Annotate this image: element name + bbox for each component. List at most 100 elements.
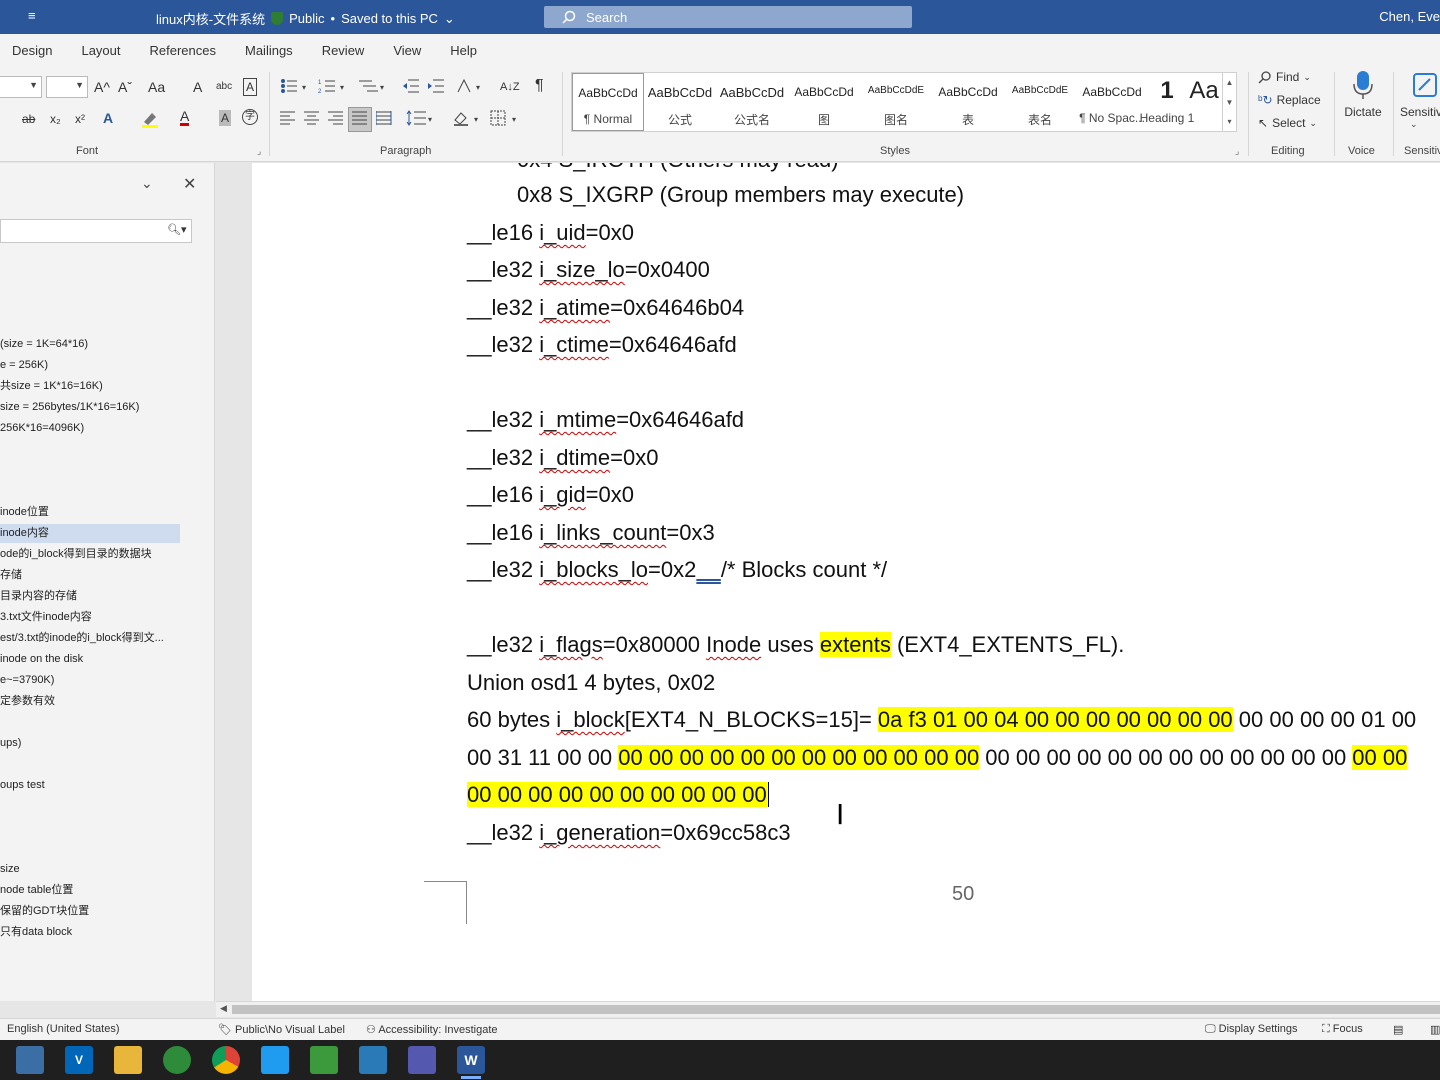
task-app-icon[interactable] — [163, 1046, 191, 1074]
nav-heading[interactable]: 保留的GDT块位置 — [0, 902, 89, 921]
nav-heading[interactable]: size = 256bytes/1K*16=16K) — [0, 398, 139, 417]
nav-heading[interactable]: oups test — [0, 776, 45, 795]
show-formatting-button[interactable]: ¶ — [535, 78, 544, 94]
dialog-launcher-icon[interactable]: ⌟ — [1235, 146, 1239, 157]
display-settings-button[interactable]: 🖵︎ Display Settings — [1205, 1023, 1298, 1036]
style-formula[interactable]: AaBbCcDd 公式 — [644, 73, 716, 131]
subscript-button[interactable]: x₂ — [50, 111, 61, 127]
focus-button[interactable]: ⛶ Focus — [1322, 1023, 1363, 1036]
style-table[interactable]: AaBbCcDd 表 — [932, 73, 1004, 131]
text-effects-button[interactable]: A — [103, 110, 113, 126]
task-notepad-icon[interactable] — [310, 1046, 338, 1074]
tab-references[interactable]: References — [138, 43, 233, 58]
task-vscode-icon[interactable] — [261, 1046, 289, 1074]
character-border-button[interactable]: A — [243, 78, 258, 96]
increase-indent-icon[interactable] — [427, 78, 445, 97]
superscript-button[interactable]: x² — [75, 111, 85, 127]
dictate-button[interactable]: Dictate — [1340, 68, 1386, 124]
tab-help[interactable]: Help — [438, 43, 494, 58]
nav-heading[interactable]: size — [0, 860, 20, 879]
style-heading-1[interactable]: 1 Heading 1 — [1140, 73, 1195, 131]
nav-heading[interactable]: 只有data block — [0, 923, 72, 942]
task-word-icon[interactable]: W — [457, 1046, 485, 1079]
document-title-area[interactable]: linux内核-文件系统 Public • Saved to this PC ⌄ — [156, 9, 455, 28]
scroll-left-icon[interactable]: ◀ — [220, 1003, 227, 1014]
decrease-indent-icon[interactable] — [402, 78, 420, 97]
multilevel-list-icon[interactable]: ▾ — [358, 78, 388, 97]
document-area[interactable]: 0x4 S_IROTH (Others may read) 0x8 S_IXGR… — [216, 163, 1440, 1001]
style-title[interactable]: Aa — [1186, 73, 1222, 131]
search-icon[interactable]: 🔍︎▾ — [167, 223, 187, 236]
character-shading-button[interactable]: A — [219, 110, 232, 126]
nav-heading-selected[interactable]: inode内容 — [0, 524, 180, 543]
style-figure[interactable]: AaBbCcDd 图 — [788, 73, 860, 131]
asian-layout-icon[interactable]: ▾ — [456, 78, 488, 97]
borders-icon[interactable]: ▾ — [490, 110, 520, 129]
navigation-search-input[interactable]: 🔍︎▾ — [0, 219, 192, 243]
nav-heading[interactable]: (size = 1K=64*16) — [0, 335, 88, 354]
nav-heading[interactable]: e = 256K) — [0, 356, 48, 375]
find-button[interactable]: Find ⌄ — [1258, 70, 1311, 84]
task-chrome-icon[interactable] — [212, 1046, 240, 1074]
style-figure-name[interactable]: AaBbCcDdE 图名 — [860, 73, 932, 131]
nav-heading[interactable]: e~=3790K) — [0, 671, 54, 690]
nav-heading[interactable]: 目录内容的存储 — [0, 587, 77, 606]
enclose-characters-button[interactable]: 字 — [242, 109, 258, 125]
nav-heading[interactable]: 存储 — [0, 566, 22, 585]
account-name[interactable]: Chen, Eve — [1379, 9, 1440, 24]
nav-heading[interactable]: inode on the disk — [0, 650, 83, 669]
scrollbar-thumb[interactable] — [232, 1005, 1440, 1014]
task-calculator-icon[interactable] — [359, 1046, 387, 1074]
numbering-icon[interactable]: 1 2 ▾ — [318, 78, 350, 97]
font-size-combo[interactable]: ▼ — [46, 76, 88, 98]
nav-heading[interactable]: ups) — [0, 734, 21, 753]
tab-design[interactable]: Design — [0, 43, 69, 58]
nav-heading[interactable]: node table位置 — [0, 881, 73, 900]
dialog-launcher-icon[interactable]: ⌟ — [257, 146, 261, 157]
tab-review[interactable]: Review — [310, 43, 382, 58]
sensitivity-button[interactable]: Sensitiv ⌄ — [1400, 68, 1440, 138]
sensitivity-status[interactable]: 🏷︎ Public\No Visual Label — [218, 1023, 345, 1036]
align-center-icon[interactable] — [304, 111, 320, 128]
select-button[interactable]: ↖ Select ⌄ — [1258, 116, 1317, 130]
styles-scroll[interactable]: ▲ ▼ ▾ — [1223, 72, 1237, 132]
nav-heading[interactable]: 3.txt文件inode内容 — [0, 608, 92, 627]
strikethrough-button[interactable]: ab — [22, 111, 35, 127]
font-color-button[interactable]: A — [180, 109, 190, 126]
shrink-font-button[interactable]: Aˇ — [118, 79, 132, 95]
tab-view[interactable]: View — [381, 43, 438, 58]
change-case-button[interactable]: Aa — [148, 79, 165, 95]
justify-icon[interactable] — [348, 107, 372, 132]
document-page[interactable]: 0x4 S_IROTH (Others may read) 0x8 S_IXGR… — [252, 163, 1440, 1001]
quick-access-menu-icon[interactable]: ≡ — [28, 8, 36, 23]
font-name-combo[interactable]: ▼ — [0, 76, 42, 98]
nav-heading[interactable]: est/3.txt的inode的i_block得到文... — [0, 629, 164, 648]
task-teams-icon[interactable] — [408, 1046, 436, 1074]
distributed-icon[interactable] — [375, 111, 392, 128]
nav-heading[interactable]: ode的i_block得到目录的数据块 — [0, 545, 152, 564]
align-left-icon[interactable] — [280, 111, 296, 128]
read-mode-icon[interactable]: ▤ — [1393, 1023, 1403, 1036]
task-file-explorer-icon[interactable] — [114, 1046, 142, 1074]
grow-font-button[interactable]: A^ — [94, 79, 110, 95]
tab-layout[interactable]: Layout — [69, 43, 137, 58]
pane-options-chevron-icon[interactable]: ⌄ — [141, 175, 153, 192]
clear-formatting-button[interactable]: A — [193, 79, 202, 95]
style-normal[interactable]: AaBbCcDd ¶ Normal — [572, 73, 644, 131]
bullets-icon[interactable]: ▾ — [280, 78, 312, 97]
sort-button[interactable]: A↓Z — [500, 79, 520, 95]
search-box[interactable]: Search — [544, 6, 912, 28]
task-vscode-insiders-icon[interactable]: V — [65, 1046, 93, 1074]
line-spacing-icon[interactable]: ▾ — [406, 110, 436, 129]
accessibility-status[interactable]: ⚇ Accessibility: Investigate — [366, 1023, 498, 1036]
print-layout-icon[interactable]: ▥ — [1430, 1023, 1440, 1036]
align-right-icon[interactable] — [328, 111, 344, 128]
style-table-name[interactable]: AaBbCcDdE 表名 — [1004, 73, 1076, 131]
shading-icon[interactable]: ▾ — [452, 110, 482, 129]
style-formula-name[interactable]: AaBbCcDd 公式名 — [716, 73, 788, 131]
nav-heading[interactable]: 256K*16=4096K) — [0, 419, 84, 438]
language-status[interactable]: English (United States) — [7, 1023, 120, 1035]
nav-heading[interactable]: 共size = 1K*16=16K) — [0, 377, 103, 396]
phonetic-guide-button[interactable]: abc — [216, 79, 232, 95]
highlight-icon[interactable] — [140, 110, 160, 131]
